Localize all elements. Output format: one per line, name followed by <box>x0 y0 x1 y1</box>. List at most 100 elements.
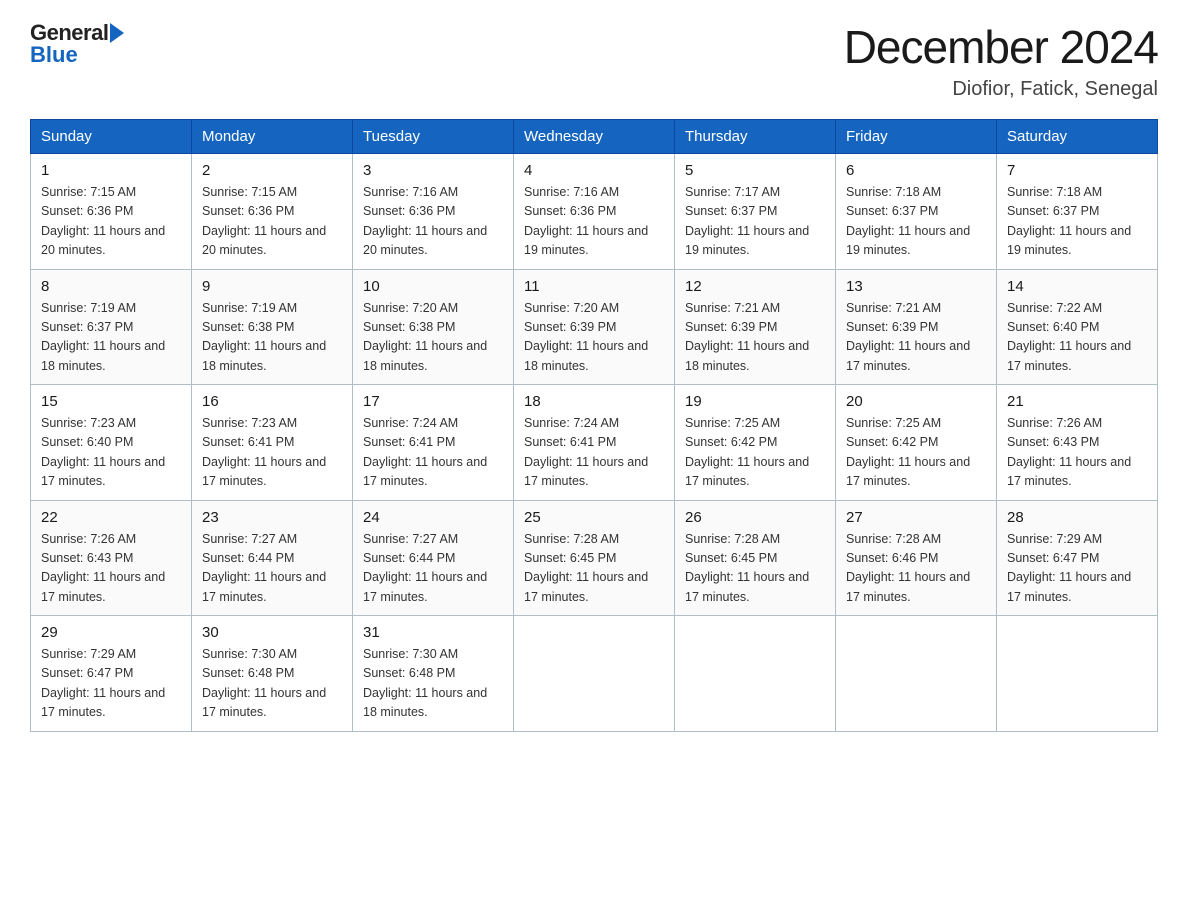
day-number: 31 <box>363 624 503 641</box>
day-number: 5 <box>685 162 825 179</box>
day-info: Sunrise: 7:23 AMSunset: 6:40 PMDaylight:… <box>41 414 181 492</box>
day-number: 4 <box>524 162 664 179</box>
calendar-cell: 19 Sunrise: 7:25 AMSunset: 6:42 PMDayligh… <box>675 385 836 501</box>
day-info: Sunrise: 7:27 AMSunset: 6:44 PMDaylight:… <box>363 530 503 608</box>
day-number: 20 <box>846 393 986 410</box>
day-info: Sunrise: 7:29 AMSunset: 6:47 PMDaylight:… <box>1007 530 1147 608</box>
calendar-cell: 21Sunrise: 7:26 AMSunset: 6:43 PMDayligh… <box>997 385 1158 501</box>
day-info: Sunrise: 7:15 AMSunset: 6:36 PMDaylight:… <box>41 183 181 261</box>
col-header-monday: Monday <box>192 120 353 154</box>
day-number: 17 <box>363 393 503 410</box>
day-info: Sunrise: 7:30 AMSunset: 6:48 PMDaylight:… <box>363 645 503 723</box>
day-info: Sunrise: 7:22 AMSunset: 6:40 PMDaylight:… <box>1007 299 1147 377</box>
calendar-cell: 11 Sunrise: 7:20 AMSunset: 6:39 PMDayligh… <box>514 269 675 385</box>
day-info: Sunrise: 7:21 AMSunset: 6:39 PMDaylight:… <box>846 299 986 377</box>
calendar-cell: 6Sunrise: 7:18 AMSunset: 6:37 PMDaylight… <box>836 154 997 270</box>
day-info: Sunrise: 7:20 AMSunset: 6:38 PMDaylight:… <box>363 299 503 377</box>
calendar-cell: 1 Sunrise: 7:15 AMSunset: 6:36 PMDaylight… <box>31 154 192 270</box>
page-header: General Blue December 2024 Diofior, Fati… <box>30 20 1158 101</box>
title-block: December 2024 Diofior, Fatick, Senegal <box>844 20 1158 101</box>
day-info: Sunrise: 7:28 AMSunset: 6:45 PMDaylight:… <box>524 530 664 608</box>
calendar-cell: 4 Sunrise: 7:16 AMSunset: 6:36 PMDaylight… <box>514 154 675 270</box>
day-number: 11 <box>524 278 664 295</box>
day-number: 15 <box>41 393 181 410</box>
col-header-tuesday: Tuesday <box>353 120 514 154</box>
calendar-cell: 12Sunrise: 7:21 AMSunset: 6:39 PMDayligh… <box>675 269 836 385</box>
day-info: Sunrise: 7:23 AMSunset: 6:41 PMDaylight:… <box>202 414 342 492</box>
calendar-cell: 16 Sunrise: 7:23 AMSunset: 6:41 PMDayligh… <box>192 385 353 501</box>
day-info: Sunrise: 7:16 AMSunset: 6:36 PMDaylight:… <box>363 183 503 261</box>
day-number: 16 <box>202 393 342 410</box>
day-number: 7 <box>1007 162 1147 179</box>
calendar-cell: 3 Sunrise: 7:16 AMSunset: 6:36 PMDaylight… <box>353 154 514 270</box>
calendar-week-row: 1 Sunrise: 7:15 AMSunset: 6:36 PMDaylight… <box>31 154 1158 270</box>
day-info: Sunrise: 7:18 AMSunset: 6:37 PMDaylight:… <box>1007 183 1147 261</box>
day-number: 24 <box>363 509 503 526</box>
calendar-cell: 23 Sunrise: 7:27 AMSunset: 6:44 PMDayligh… <box>192 500 353 616</box>
logo: General Blue <box>30 20 126 68</box>
day-info: Sunrise: 7:18 AMSunset: 6:37 PMDaylight:… <box>846 183 986 261</box>
calendar-cell: 25Sunrise: 7:28 AMSunset: 6:45 PMDayligh… <box>514 500 675 616</box>
calendar-week-row: 29 Sunrise: 7:29 AMSunset: 6:47 PMDayligh… <box>31 616 1158 732</box>
calendar-cell: 7 Sunrise: 7:18 AMSunset: 6:37 PMDaylight… <box>997 154 1158 270</box>
day-info: Sunrise: 7:24 AMSunset: 6:41 PMDaylight:… <box>363 414 503 492</box>
calendar-cell: 24 Sunrise: 7:27 AMSunset: 6:44 PMDayligh… <box>353 500 514 616</box>
day-info: Sunrise: 7:15 AMSunset: 6:36 PMDaylight:… <box>202 183 342 261</box>
logo-arrow-icon <box>110 23 124 43</box>
day-number: 26 <box>685 509 825 526</box>
day-number: 3 <box>363 162 503 179</box>
day-info: Sunrise: 7:27 AMSunset: 6:44 PMDaylight:… <box>202 530 342 608</box>
calendar-cell: 27Sunrise: 7:28 AMSunset: 6:46 PMDayligh… <box>836 500 997 616</box>
calendar-cell: 22Sunrise: 7:26 AMSunset: 6:43 PMDayligh… <box>31 500 192 616</box>
calendar-cell <box>675 616 836 732</box>
calendar-cell: 29 Sunrise: 7:29 AMSunset: 6:47 PMDayligh… <box>31 616 192 732</box>
day-info: Sunrise: 7:28 AMSunset: 6:45 PMDaylight:… <box>685 530 825 608</box>
day-info: Sunrise: 7:28 AMSunset: 6:46 PMDaylight:… <box>846 530 986 608</box>
col-header-wednesday: Wednesday <box>514 120 675 154</box>
day-info: Sunrise: 7:25 AMSunset: 6:42 PMDaylight:… <box>846 414 986 492</box>
calendar-week-row: 22Sunrise: 7:26 AMSunset: 6:43 PMDayligh… <box>31 500 1158 616</box>
calendar-week-row: 8Sunrise: 7:19 AMSunset: 6:37 PMDaylight… <box>31 269 1158 385</box>
calendar-cell: 28 Sunrise: 7:29 AMSunset: 6:47 PMDayligh… <box>997 500 1158 616</box>
day-number: 28 <box>1007 509 1147 526</box>
day-number: 13 <box>846 278 986 295</box>
calendar-table: SundayMondayTuesdayWednesdayThursdayFrid… <box>30 119 1158 732</box>
calendar-cell: 18 Sunrise: 7:24 AMSunset: 6:41 PMDayligh… <box>514 385 675 501</box>
day-number: 21 <box>1007 393 1147 410</box>
day-number: 9 <box>202 278 342 295</box>
day-number: 18 <box>524 393 664 410</box>
calendar-cell <box>836 616 997 732</box>
day-info: Sunrise: 7:21 AMSunset: 6:39 PMDaylight:… <box>685 299 825 377</box>
day-info: Sunrise: 7:30 AMSunset: 6:48 PMDaylight:… <box>202 645 342 723</box>
calendar-week-row: 15 Sunrise: 7:23 AMSunset: 6:40 PMDayligh… <box>31 385 1158 501</box>
day-number: 1 <box>41 162 181 179</box>
day-info: Sunrise: 7:17 AMSunset: 6:37 PMDaylight:… <box>685 183 825 261</box>
day-info: Sunrise: 7:20 AMSunset: 6:39 PMDaylight:… <box>524 299 664 377</box>
calendar-cell: 15 Sunrise: 7:23 AMSunset: 6:40 PMDayligh… <box>31 385 192 501</box>
col-header-saturday: Saturday <box>997 120 1158 154</box>
day-number: 19 <box>685 393 825 410</box>
calendar-cell: 2Sunrise: 7:15 AMSunset: 6:36 PMDaylight… <box>192 154 353 270</box>
day-info: Sunrise: 7:19 AMSunset: 6:38 PMDaylight:… <box>202 299 342 377</box>
calendar-cell: 8Sunrise: 7:19 AMSunset: 6:37 PMDaylight… <box>31 269 192 385</box>
logo-blue-text: Blue <box>30 42 78 68</box>
day-info: Sunrise: 7:24 AMSunset: 6:41 PMDaylight:… <box>524 414 664 492</box>
calendar-cell: 20 Sunrise: 7:25 AMSunset: 6:42 PMDayligh… <box>836 385 997 501</box>
calendar-cell: 31 Sunrise: 7:30 AMSunset: 6:48 PMDayligh… <box>353 616 514 732</box>
day-number: 30 <box>202 624 342 641</box>
calendar-cell: 30 Sunrise: 7:30 AMSunset: 6:48 PMDayligh… <box>192 616 353 732</box>
day-number: 14 <box>1007 278 1147 295</box>
col-header-thursday: Thursday <box>675 120 836 154</box>
col-header-sunday: Sunday <box>31 120 192 154</box>
calendar-cell <box>514 616 675 732</box>
day-number: 29 <box>41 624 181 641</box>
day-info: Sunrise: 7:29 AMSunset: 6:47 PMDaylight:… <box>41 645 181 723</box>
calendar-cell: 13 Sunrise: 7:21 AMSunset: 6:39 PMDayligh… <box>836 269 997 385</box>
day-number: 23 <box>202 509 342 526</box>
day-number: 10 <box>363 278 503 295</box>
day-info: Sunrise: 7:16 AMSunset: 6:36 PMDaylight:… <box>524 183 664 261</box>
col-header-friday: Friday <box>836 120 997 154</box>
day-info: Sunrise: 7:25 AMSunset: 6:42 PMDaylight:… <box>685 414 825 492</box>
calendar-header-row: SundayMondayTuesdayWednesdayThursdayFrid… <box>31 120 1158 154</box>
calendar-cell: 26 Sunrise: 7:28 AMSunset: 6:45 PMDayligh… <box>675 500 836 616</box>
